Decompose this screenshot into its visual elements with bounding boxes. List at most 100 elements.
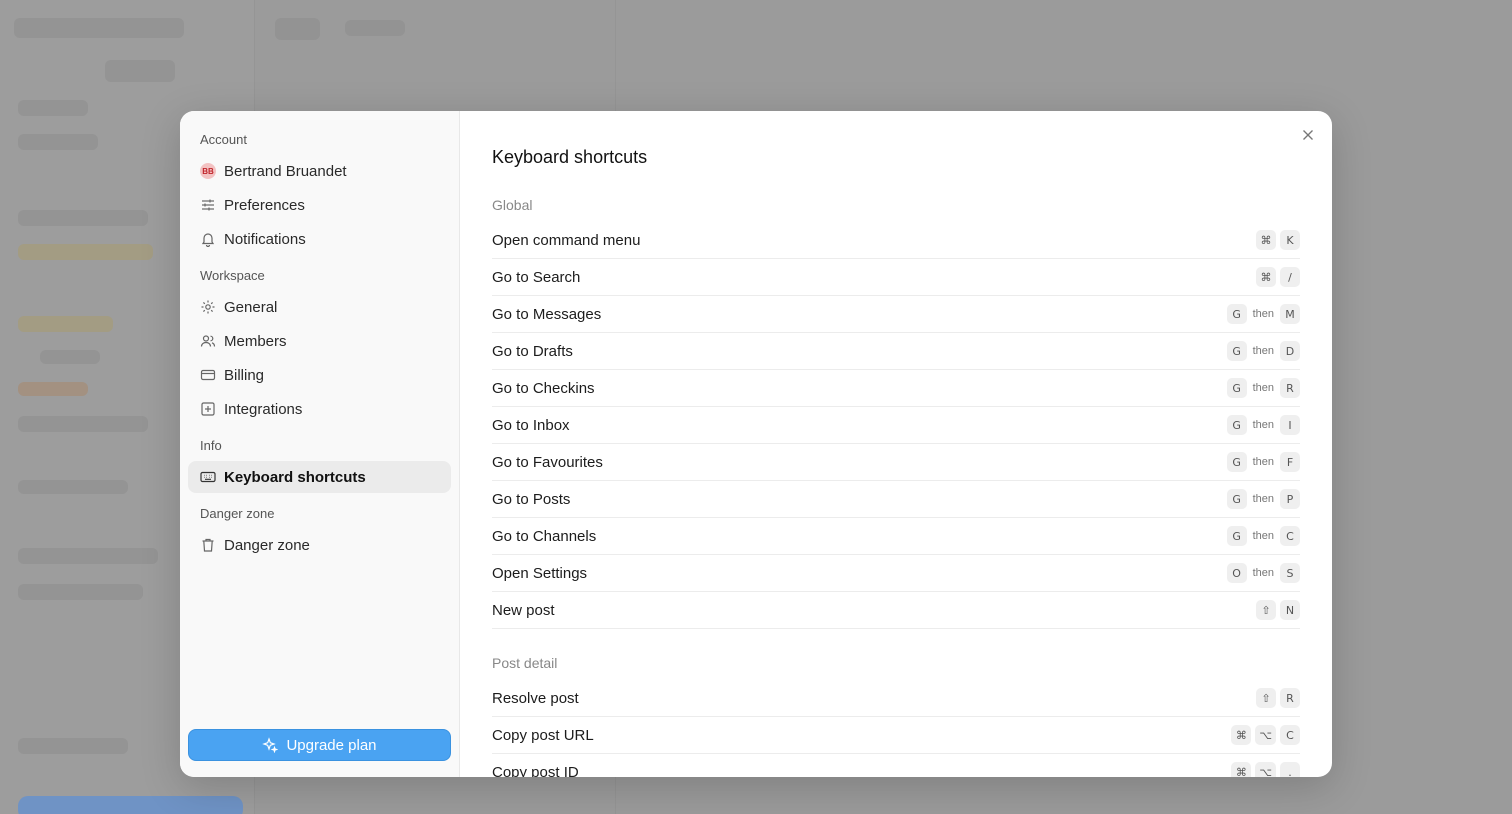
background-blur [275, 18, 320, 40]
page-title: Keyboard shortcuts [492, 147, 648, 167]
sidebar-item-keyboard-shortcuts[interactable]: Keyboard shortcuts [188, 461, 451, 493]
then-label: then [1252, 530, 1274, 542]
shortcut-keys: ⇧ R [1256, 688, 1300, 708]
background-blur [18, 244, 153, 260]
sidebar-item-label: Bertrand Bruandet [224, 162, 347, 180]
sidebar-item-label: Notifications [224, 230, 306, 248]
shortcut-label: Open command menu [492, 231, 641, 249]
sidebar-item-notifications[interactable]: Notifications [188, 223, 451, 255]
key-badge: M [1280, 304, 1300, 324]
key-badge: D [1280, 341, 1300, 361]
shortcut-keys: Othen S [1226, 563, 1300, 583]
background-blur [18, 100, 88, 116]
shortcut-label: Go to Search [492, 268, 581, 286]
key-badge: C [1280, 526, 1300, 546]
shortcut-label: Copy post ID [492, 763, 579, 778]
shortcut-label: Go to Posts [492, 490, 571, 508]
key-badge: R [1280, 688, 1300, 708]
close-button[interactable] [1300, 127, 1316, 143]
shortcut-keys: Gthen P [1226, 489, 1300, 509]
shortcut-keys: ⇧ N [1256, 600, 1300, 620]
sidebar-item-danger-zone[interactable]: Danger zone [188, 529, 451, 561]
key-badge: C [1280, 725, 1300, 745]
sliders-icon [200, 197, 216, 213]
shortcut-keys: Gthen M [1226, 304, 1300, 324]
key-badge: O [1226, 563, 1247, 583]
shortcut-row: Open command menu ⌘ K [492, 222, 1300, 259]
shortcut-label: New post [492, 601, 555, 619]
background-blur [18, 316, 113, 332]
shortcut-row: Go to Search ⌘ / [492, 259, 1300, 296]
shortcut-keys: ⌘ ⌥. [1231, 762, 1300, 777]
key-badge: ⇧ [1256, 688, 1276, 708]
key-badge: G [1226, 304, 1247, 324]
key-badge: / [1280, 267, 1300, 287]
sidebar-item-preferences[interactable]: Preferences [188, 189, 451, 221]
background-blur [105, 60, 175, 82]
shortcut-row: Resolve post ⇧ R [492, 680, 1300, 717]
gear-icon [200, 299, 216, 315]
shortcut-row: Go to Checkins Gthen R [492, 370, 1300, 407]
then-label: then [1252, 493, 1274, 505]
key-badge: ⌘ [1231, 762, 1252, 777]
background-blur [18, 480, 128, 494]
keyboard-icon [200, 469, 216, 485]
shortcut-row: Go to Channels Gthen C [492, 518, 1300, 555]
background-blur [40, 350, 100, 364]
shortcut-keys: Gthen C [1226, 526, 1300, 546]
sidebar-item-label: Members [224, 332, 287, 350]
upgrade-plan-button[interactable]: Upgrade plan [188, 729, 451, 761]
bell-icon [200, 231, 216, 247]
key-badge: G [1226, 341, 1247, 361]
shortcut-row: New post ⇧ N [492, 592, 1300, 629]
key-badge: I [1280, 415, 1300, 435]
background-blur [18, 584, 143, 600]
shortcut-label: Copy post URL [492, 726, 594, 744]
key-badge: G [1226, 452, 1247, 472]
background-blur [14, 18, 184, 38]
background-blur [18, 738, 128, 754]
sidebar-item-billing[interactable]: Billing [188, 359, 451, 391]
sidebar-item-integrations[interactable]: Integrations [188, 393, 451, 425]
shortcut-row: Open Settings Othen S [492, 555, 1300, 592]
shortcut-label: Go to Messages [492, 305, 602, 323]
then-label: then [1252, 456, 1274, 468]
background-blur [18, 134, 98, 150]
shortcut-keys: ⌘ ⌥ C [1231, 725, 1300, 745]
section-label-danger-zone: Danger zone [200, 506, 275, 521]
shortcut-row: Go to Messages Gthen M [492, 296, 1300, 333]
shortcut-label: Go to Channels [492, 527, 597, 545]
background-blur [18, 382, 88, 396]
shortcut-row: Go to Posts Gthen P [492, 481, 1300, 518]
key-badge: F [1280, 452, 1300, 472]
background-blur [18, 796, 243, 814]
shortcuts-panel: Keyboard shortcuts Global Post detail Op… [460, 111, 1332, 777]
key-badge: ⌘ [1256, 230, 1276, 250]
shortcut-label: Open Settings [492, 564, 588, 582]
group-label-global: Global [492, 197, 533, 213]
group-label-post-detail: Post detail [492, 655, 558, 671]
sidebar-item-profile[interactable]: BB Bertrand Bruandet [188, 155, 451, 187]
background-blur [345, 20, 405, 36]
key-badge: P [1280, 489, 1300, 509]
sidebar-item-label: Billing [224, 366, 265, 384]
shortcut-row: Copy post ID ⌘ ⌥. [492, 754, 1300, 777]
shortcut-label: Go to Favourites [492, 453, 603, 471]
sidebar-item-general[interactable]: General [188, 291, 451, 323]
sidebar-item-label: General [224, 298, 278, 316]
background-blur [18, 548, 158, 564]
key-badge: ⌥ [1255, 762, 1276, 777]
close-icon [1303, 130, 1313, 140]
key-badge: N [1280, 600, 1300, 620]
shortcut-row: Copy post URL ⌘ ⌥ C [492, 717, 1300, 754]
key-badge: ⌘ [1256, 267, 1276, 287]
key-badge: G [1226, 489, 1247, 509]
settings-modal: Account BB Bertrand Bruandet Preferences… [180, 111, 1332, 777]
users-icon [200, 333, 216, 349]
shortcut-label: Go to Checkins [492, 379, 595, 397]
credit-card-icon [200, 367, 216, 383]
shortcut-keys: ⌘ / [1256, 267, 1300, 287]
shortcut-row: Go to Drafts Gthen D [492, 333, 1300, 370]
shortcut-label: Resolve post [492, 689, 579, 707]
sidebar-item-members[interactable]: Members [188, 325, 451, 357]
